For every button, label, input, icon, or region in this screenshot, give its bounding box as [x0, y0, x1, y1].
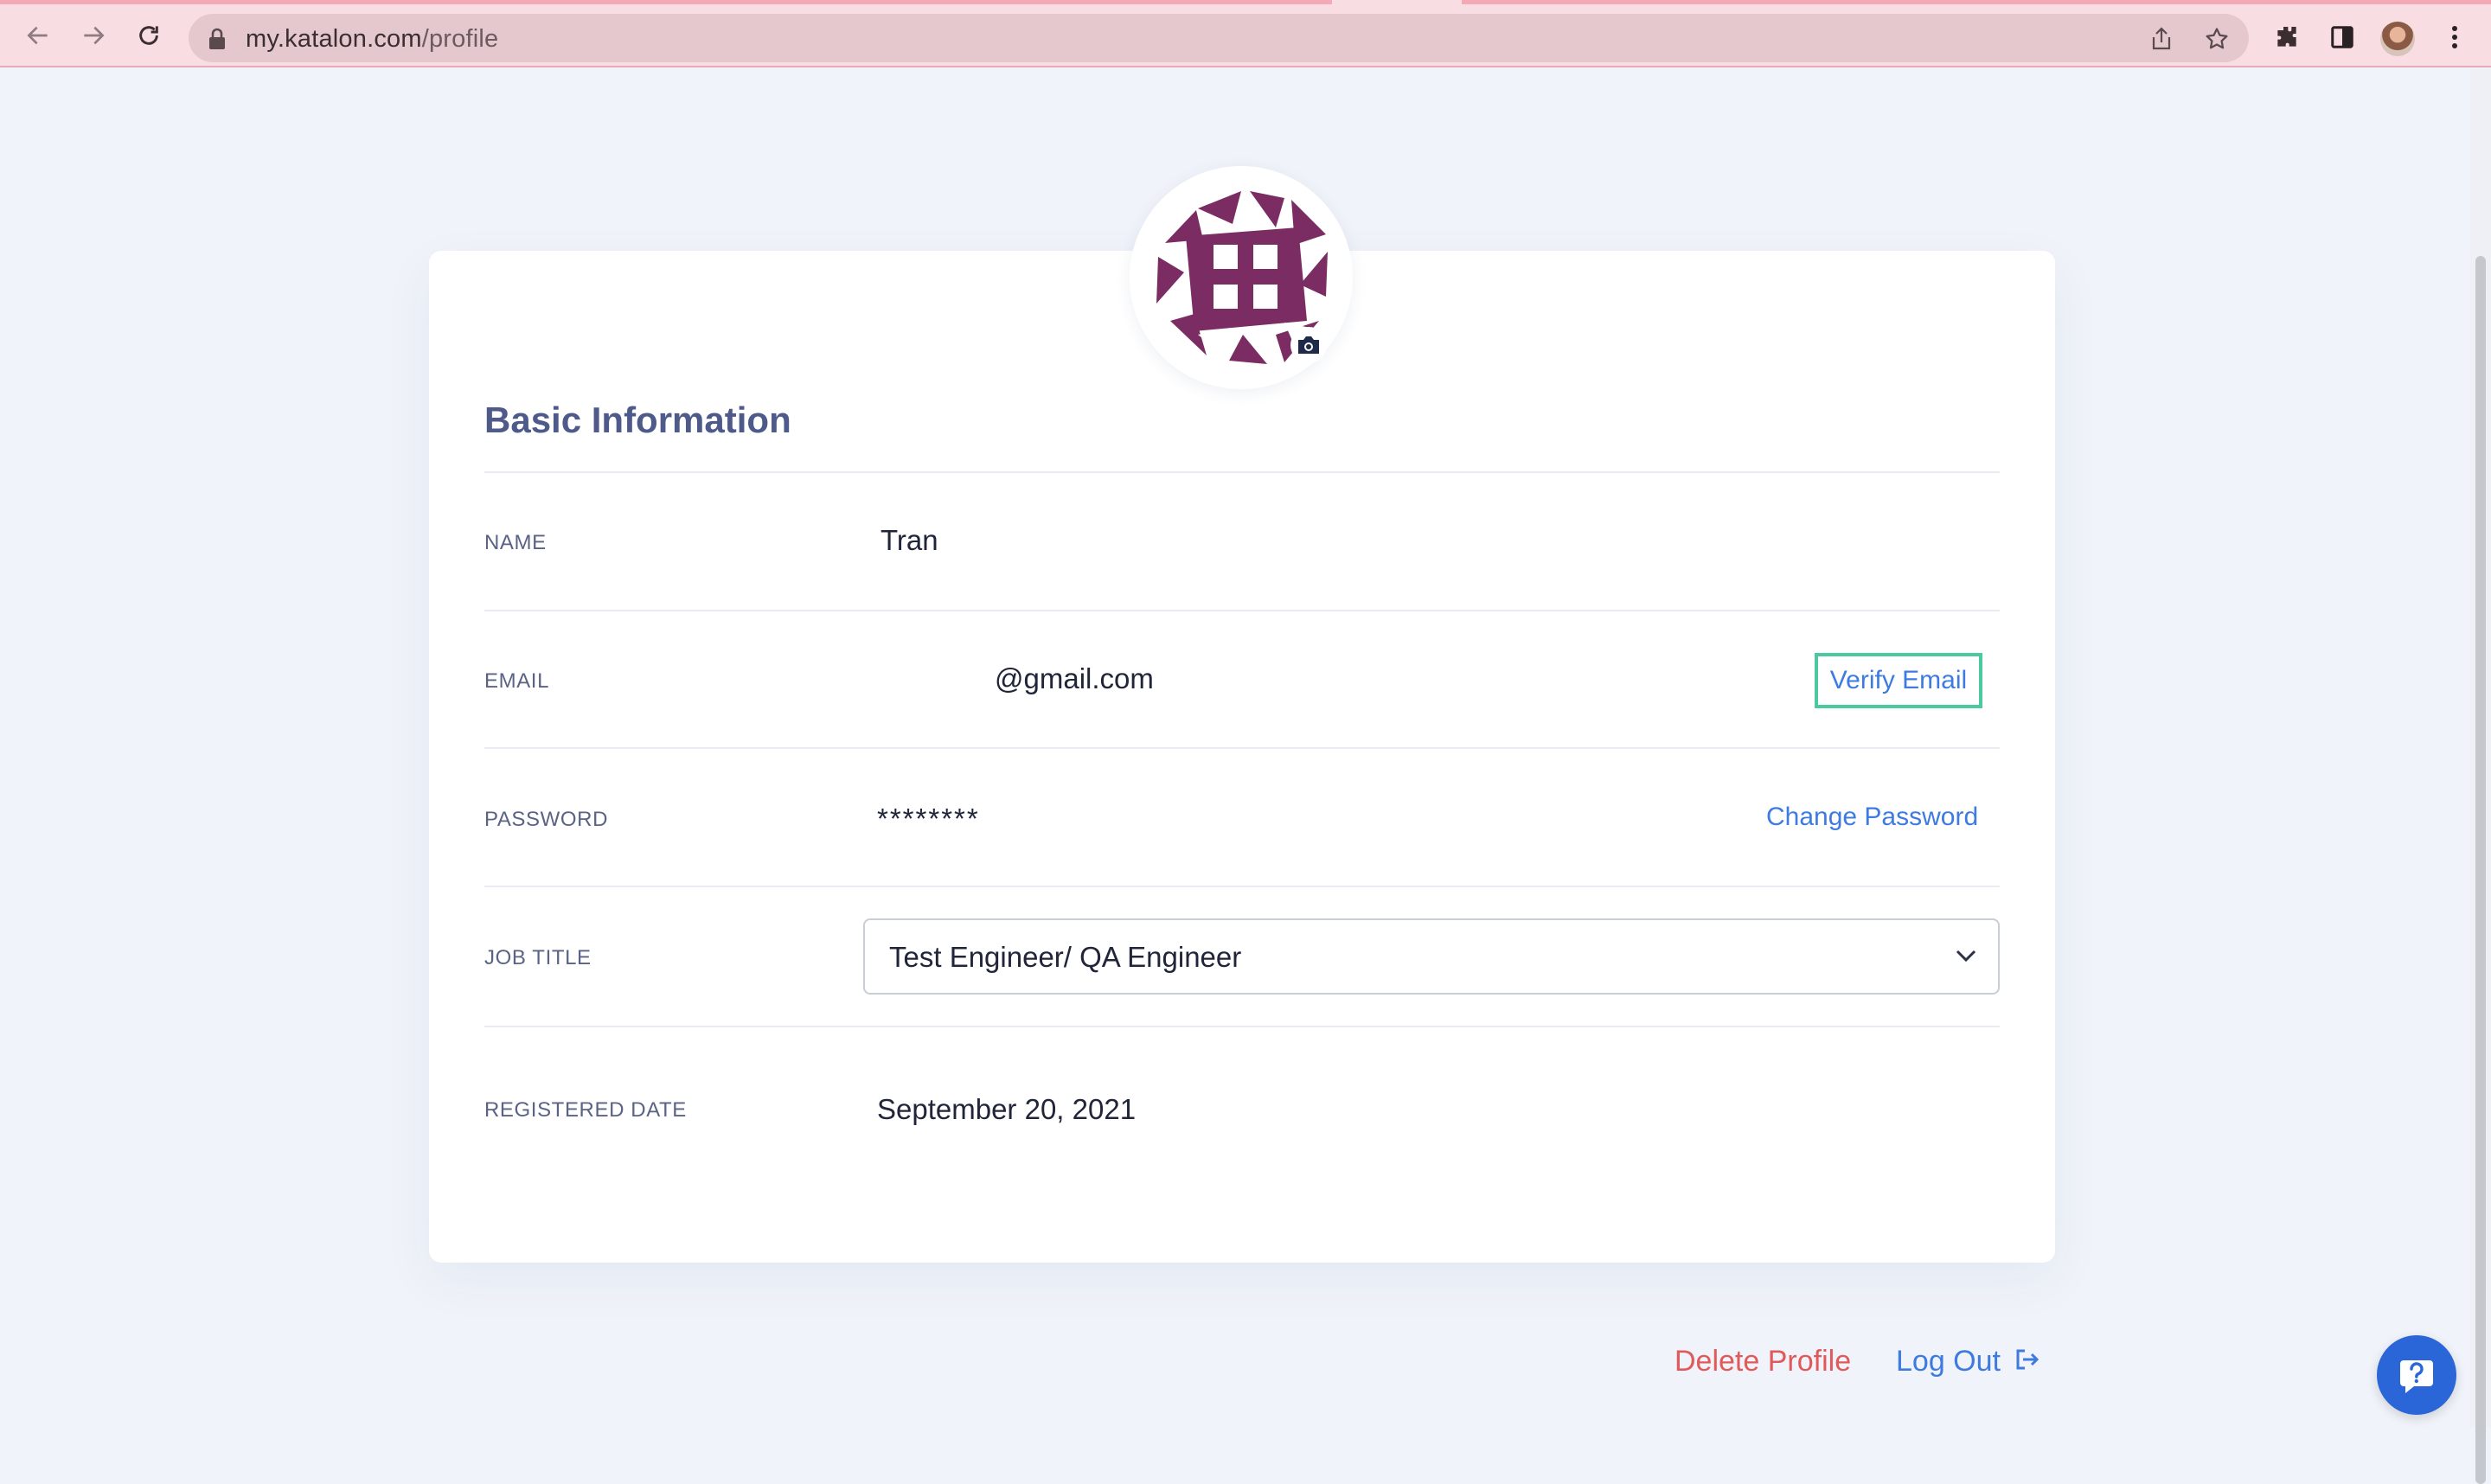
email-label: EMAIL	[484, 669, 550, 693]
password-label: PASSWORD	[484, 808, 609, 831]
delete-profile-link[interactable]: Delete Profile	[1675, 1345, 1851, 1378]
scrollbar-thumb[interactable]	[2475, 256, 2486, 1484]
divider	[484, 747, 2000, 749]
help-chat-button[interactable]	[2377, 1335, 2456, 1415]
registered-date-value: September 20, 2021	[877, 1093, 1137, 1125]
chevron-down-icon[interactable]	[1955, 948, 1977, 968]
address-bar[interactable]: my.katalon.com/profile	[189, 14, 2249, 62]
forward-arrow-icon[interactable]	[76, 18, 111, 53]
log-out-label: Log Out	[1896, 1345, 2001, 1378]
change-password-link[interactable]: Change Password	[1766, 803, 1978, 832]
browser-toolbar: my.katalon.com/profile	[0, 0, 2491, 67]
chat-question-icon	[2400, 1360, 2433, 1393]
divider	[484, 471, 2000, 473]
divider	[484, 1026, 2000, 1027]
lock-icon[interactable]	[208, 28, 227, 54]
job-title-selected-value: Test Engineer/ QA Engineer	[889, 941, 1242, 973]
log-out-icon	[2014, 1345, 2040, 1378]
profile-avatar[interactable]	[2380, 22, 2415, 56]
tab-strip-gap	[1332, 0, 1462, 4]
page-scrollbar[interactable]	[2470, 69, 2491, 1484]
divider	[484, 886, 2000, 887]
section-title-basic-information: Basic Information	[484, 400, 791, 440]
email-value[interactable]: @gmail.com	[995, 662, 1154, 695]
share-icon[interactable]	[2148, 26, 2174, 52]
star-icon[interactable]	[2204, 26, 2230, 52]
extensions-puzzle-icon[interactable]	[2270, 20, 2304, 54]
back-arrow-icon[interactable]	[21, 18, 55, 53]
reload-icon[interactable]	[131, 18, 166, 53]
divider	[484, 610, 2000, 611]
kebab-menu-icon[interactable]	[2437, 20, 2472, 54]
name-value[interactable]: Tran	[880, 524, 938, 557]
job-title-label: JOB TITLE	[484, 946, 592, 969]
log-out-link[interactable]: Log Out	[1896, 1345, 2040, 1378]
name-label: NAME	[484, 531, 547, 554]
url-text[interactable]: my.katalon.com/profile	[246, 25, 498, 54]
registered-date-label: REGISTERED DATE	[484, 1098, 687, 1122]
verify-email-button[interactable]: Verify Email	[1815, 653, 1982, 708]
job-title-select[interactable]: Test Engineer/ QA Engineer	[863, 918, 2000, 995]
side-panel-icon[interactable]	[2325, 20, 2360, 54]
camera-icon[interactable]	[1290, 327, 1327, 363]
password-value: ********	[877, 803, 980, 835]
profile-avatar-large[interactable]	[1130, 166, 1353, 389]
